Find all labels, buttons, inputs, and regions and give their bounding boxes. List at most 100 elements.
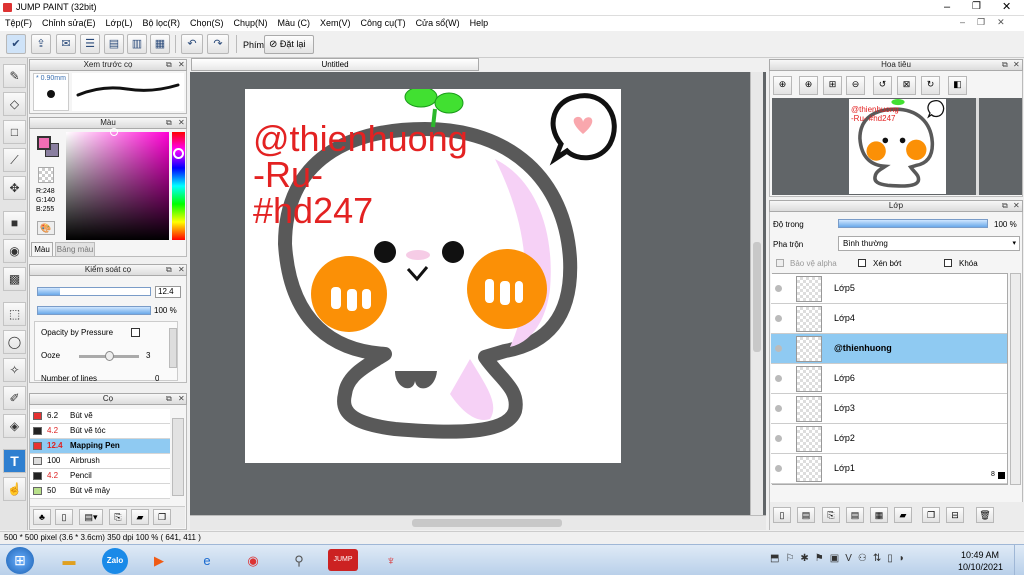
visibility-icon[interactable] [775,375,782,382]
hue-slider[interactable] [172,132,185,240]
comment-icon[interactable]: ✉ [56,34,76,54]
popout-icon[interactable]: ⧉ [166,118,172,128]
chat-icon[interactable]: ☰ [80,34,100,54]
restore-button[interactable]: ❐ [972,1,981,12]
menu-item[interactable]: Công cụ(T) [356,16,411,31]
text-tool-icon[interactable]: T [3,449,26,473]
start-button[interactable]: ⊞ [6,547,34,574]
layer-row[interactable]: Lớp4 [771,304,1007,334]
undo-icon[interactable]: ↶ [181,34,203,54]
visibility-icon[interactable] [775,435,782,442]
visibility-icon[interactable] [775,405,782,412]
brush-size-value[interactable]: 12.4 [155,286,181,298]
zalo-icon[interactable]: Zalo [102,548,128,574]
popout-icon[interactable]: ⧉ [166,265,172,275]
tab-color[interactable]: Màu [31,242,53,256]
acrobat-icon[interactable]: ♆ [374,548,408,573]
blend-mode-select[interactable]: Bình thường ▾ [838,236,1020,251]
menu-item[interactable]: Bộ lọc(R) [137,16,185,31]
lock-checkbox[interactable] [944,259,952,267]
ooze-slider[interactable] [79,351,139,361]
clock-date[interactable]: 10/10/2021 [958,562,1003,572]
visibility-icon[interactable] [775,345,782,352]
internet-explorer-icon[interactable]: e [190,548,224,573]
select-eraser-icon[interactable]: ◈ [3,414,26,438]
zoom-out-icon[interactable]: ⊖ [846,76,865,95]
canvas[interactable]: @thienhuong -Ru- #hd247 [245,86,621,463]
rotate-right-icon[interactable]: ↻ [921,76,940,95]
brush-item[interactable]: 12.4 Mapping Pen [30,439,170,454]
ooze-slider-thumb[interactable] [105,351,114,361]
popout-icon[interactable]: ⧉ [1002,60,1008,70]
shape-tool-icon[interactable]: ■ [3,211,26,235]
layer-row[interactable]: Lớp3 [771,394,1007,424]
select-pen-icon[interactable]: ✐ [3,386,26,410]
layer-list-scrollbar[interactable] [1010,273,1021,485]
layer-row[interactable]: @thienhuong [771,334,1007,364]
brush-item[interactable]: 4.2 Pencil [30,469,170,484]
brush-list-scrollbar[interactable] [172,418,184,496]
horizontal-scroll-thumb[interactable] [412,519,562,527]
brush-item[interactable]: 100 Airbrush [30,454,170,469]
delete-layer-icon[interactable]: 🗑 [976,507,994,523]
system-tray-icons[interactable]: ⬒⚐✱⚑▣V⚇⇅▯◗ [770,553,911,564]
visibility-icon[interactable] [775,285,782,292]
document-icon[interactable]: ▤ [104,34,124,54]
duplicate-icon[interactable]: ❐ [922,507,940,523]
redo-icon[interactable]: ↷ [207,34,229,54]
move-tool-icon[interactable]: ✥ [3,176,26,200]
rectangle-select-icon[interactable]: □ [3,120,26,144]
magic-wand-icon[interactable]: ✧ [3,358,26,382]
brush-tool-icon[interactable]: ✎ [3,64,26,88]
search-tool-icon[interactable]: ⚲ [282,548,316,573]
brush-item[interactable]: 4.2 Bút vẽ tóc [30,424,170,439]
brush-item[interactable]: 50 Bút vẽ mây [30,484,170,499]
vertical-scrollbar[interactable] [750,72,763,515]
chrome-icon[interactable]: ◉ [236,548,270,573]
new-layer-folder-icon[interactable]: ▤ [797,507,815,523]
close-icon[interactable]: ✕ [178,394,185,404]
close-icon[interactable]: ✕ [178,118,185,128]
menu-item[interactable]: Cửa sổ(W) [411,16,465,31]
copy-layer-icon[interactable]: ⎘ [822,507,840,523]
close-icon[interactable]: ✕ [1013,201,1020,211]
opacity-slider[interactable] [37,306,151,315]
visibility-icon[interactable] [775,315,782,322]
document-tab[interactable]: Untitled [191,58,479,71]
reset-button[interactable]: ⊘ Đặt lại [264,35,314,54]
hand-tool-icon[interactable]: ☝ [3,477,26,501]
palette-icon[interactable]: 🎨 [37,221,55,235]
doc-restore-icon[interactable]: ❐ [977,17,985,27]
brush-folder-icon[interactable]: ▰ [131,509,149,525]
popout-icon[interactable]: ⧉ [1002,201,1008,211]
brush-duplicate-icon[interactable]: ❐ [153,509,171,525]
file-explorer-icon[interactable]: ▬ [52,548,86,573]
folder-icon[interactable]: ▰ [894,507,912,523]
menu-item[interactable]: Help [465,16,494,31]
clock-time[interactable]: 10:49 AM [961,550,999,560]
canvas-viewport[interactable]: @thienhuong -Ru- #hd247 [190,72,766,515]
protect-alpha-checkbox[interactable] [776,259,784,267]
check-icon[interactable]: ✔ [6,34,26,54]
popout-icon[interactable]: ⧉ [166,60,172,70]
brush-item[interactable]: 6.2 Bút vẽ [30,409,170,424]
show-desktop-button[interactable] [1014,545,1024,575]
layer-row[interactable]: Lớp5 [771,274,1007,304]
doc-minimize-icon[interactable]: – [960,17,965,27]
line-tool-icon[interactable]: ⟋ [3,148,26,172]
saturation-value-picker[interactable] [66,128,169,240]
close-icon[interactable]: ✕ [1013,60,1020,70]
menu-item[interactable]: Xem(V) [315,16,356,31]
horizontal-scrollbar[interactable] [190,515,766,530]
minimize-button[interactable]: – [944,1,950,13]
media-player-icon[interactable]: ▶ [142,548,176,573]
brush-copy-icon[interactable]: ⎘ [109,509,127,525]
zoom-in-icon[interactable]: ⊕ [799,76,818,95]
vertical-scroll-thumb[interactable] [753,242,761,352]
rotate-reset-icon[interactable]: ⊠ [897,76,916,95]
tab-palette[interactable]: Bảng màu [55,242,95,256]
page-icon[interactable]: ▥ [127,34,147,54]
halftone-icon[interactable]: ▦ [870,507,888,523]
layer-row[interactable]: Lớp2 [771,424,1007,454]
opacity-pressure-checkbox[interactable] [131,328,140,337]
